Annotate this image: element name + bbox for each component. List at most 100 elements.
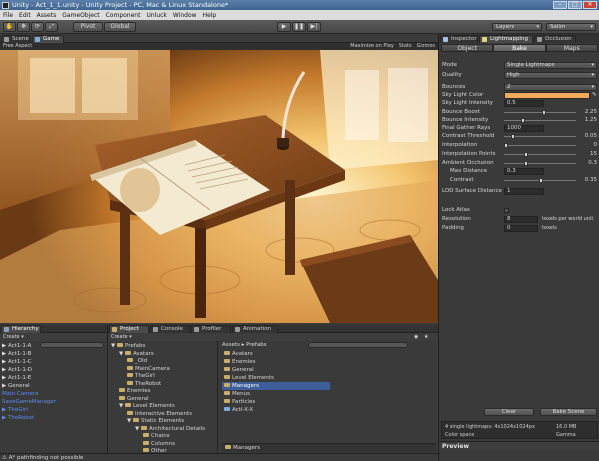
menu-assets[interactable]: Assets: [34, 12, 60, 19]
project-asset-item[interactable]: Enemies: [222, 358, 330, 366]
contrast-threshold-slider[interactable]: [504, 134, 576, 139]
lod-surface-distance-field[interactable]: 1: [504, 188, 544, 195]
aspect-dropdown[interactable]: Free Aspect: [3, 43, 32, 49]
hierarchy-item[interactable]: ▶ TheRobot: [0, 414, 107, 422]
tab-game[interactable]: Game: [32, 35, 64, 43]
tab-occlusion[interactable]: Occlusion: [534, 35, 576, 43]
hierarchy-item[interactable]: ▶ Act1-1-C: [0, 358, 107, 366]
menu-file[interactable]: File: [0, 12, 16, 19]
menu-help[interactable]: Help: [200, 12, 220, 19]
contrast-threshold-value[interactable]: 0.05: [579, 133, 597, 140]
maximize-button[interactable]: □: [568, 1, 582, 9]
bounce-intensity-value[interactable]: 1.25: [579, 117, 597, 124]
ambient-occlusion-value[interactable]: 0.3: [579, 160, 597, 167]
menu-edit[interactable]: Edit: [16, 12, 34, 19]
interpolation-points-slider[interactable]: [504, 152, 576, 157]
hierarchy-item[interactable]: SaveGameManager: [0, 398, 107, 406]
maximize-on-play-toggle[interactable]: Maximize on Play: [350, 43, 394, 49]
project-asset-item[interactable]: Particles: [222, 398, 330, 406]
resolution-field[interactable]: 8: [504, 216, 538, 223]
final-gather-rays-field[interactable]: 1000: [504, 125, 544, 132]
project-asset-item[interactable]: Managers: [222, 382, 330, 390]
mode-dropdown[interactable]: Single Lightmaps: [504, 62, 597, 69]
contrast-knob[interactable]: [539, 178, 544, 183]
ambient-occlusion-slider[interactable]: [504, 161, 576, 166]
eyedropper-icon[interactable]: ✎: [592, 92, 597, 99]
tab-profiler[interactable]: Profiler: [191, 325, 231, 333]
project-asset-item[interactable]: General: [222, 366, 330, 374]
quality-dropdown[interactable]: High: [504, 72, 597, 79]
minimize-button[interactable]: –: [553, 1, 567, 9]
bounces-dropdown[interactable]: 2: [504, 84, 597, 91]
ambient-occlusion-knob[interactable]: [524, 161, 529, 166]
project-asset-item[interactable]: Avatars: [222, 350, 330, 358]
bake-scene-button[interactable]: Bake Scene: [540, 408, 597, 416]
padding-field[interactable]: 0: [504, 225, 538, 232]
bounce-intensity-slider[interactable]: [504, 118, 576, 123]
sky-light-intensity-field[interactable]: 0.5: [504, 100, 544, 107]
hierarchy-item[interactable]: Main Camera: [0, 390, 107, 398]
status-message[interactable]: A* pathfinding not possible: [9, 455, 84, 461]
bounce-boost-slider[interactable]: [504, 110, 576, 115]
project-breadcrumb[interactable]: Assets ▸ Prefabs: [222, 342, 267, 348]
bounce-boost-value[interactable]: 2.25: [579, 109, 597, 116]
hierarchy-item[interactable]: ▶ TheGirl: [0, 406, 107, 414]
lock-atlas-checkbox[interactable]: [504, 208, 509, 213]
scale-tool-button[interactable]: ⤢: [45, 22, 58, 32]
clear-button[interactable]: Clear: [484, 408, 534, 416]
pivot-toggle[interactable]: Pivot: [73, 22, 103, 32]
interpolation-points-knob[interactable]: [524, 152, 529, 157]
contrast-threshold-knob[interactable]: [510, 134, 515, 139]
hierarchy-create-dropdown[interactable]: Create: [3, 334, 20, 340]
global-toggle[interactable]: Global: [104, 22, 136, 32]
step-button[interactable]: ▶|: [307, 22, 321, 32]
project-asset-item[interactable]: ActI-X-X: [222, 406, 330, 414]
layers-dropdown[interactable]: Layers: [492, 23, 542, 31]
project-asset-item[interactable]: Level Elements: [222, 374, 330, 382]
tab-console[interactable]: Console: [150, 325, 190, 333]
close-button[interactable]: ✕: [583, 1, 597, 9]
gizmos-dropdown[interactable]: Gizmos: [417, 43, 435, 49]
tab-inspector[interactable]: Inspector: [440, 35, 478, 43]
filter-by-type-icon[interactable]: ◉: [414, 333, 418, 341]
interpolation-points-value[interactable]: 15: [579, 151, 597, 158]
stats-toggle[interactable]: Stats: [399, 43, 412, 49]
pause-button[interactable]: ❚❚: [292, 22, 306, 32]
rotate-tool-button[interactable]: ⟳: [31, 22, 44, 32]
menu-unluck[interactable]: Unluck: [143, 12, 169, 19]
subtab-bake[interactable]: Bake: [493, 44, 546, 52]
layout-dropdown[interactable]: Salim: [546, 23, 596, 31]
contrast-slider[interactable]: [504, 178, 576, 183]
tab-animation[interactable]: Animation: [232, 325, 278, 333]
contrast-value[interactable]: 0.35: [579, 177, 597, 184]
interpolation-knob[interactable]: [504, 143, 508, 148]
tab-lightmapping[interactable]: Lightmapping: [479, 35, 533, 43]
preview-header[interactable]: Preview: [439, 441, 599, 450]
tab-hierarchy[interactable]: Hierarchy: [1, 325, 41, 333]
hierarchy-item[interactable]: ▶ General: [0, 382, 107, 390]
move-tool-button[interactable]: ✥: [17, 22, 30, 32]
project-asset-item[interactable]: Menus: [222, 390, 330, 398]
favorite-star-icon[interactable]: ★: [424, 333, 428, 341]
game-viewport[interactable]: [0, 50, 438, 323]
subtab-object[interactable]: Object: [441, 44, 494, 52]
max-distance-field[interactable]: 0.3: [504, 168, 544, 175]
sky-light-color-swatch[interactable]: [504, 92, 590, 99]
menu-gameobject[interactable]: GameObject: [59, 12, 102, 19]
menu-window[interactable]: Window: [170, 12, 200, 19]
bounce-intensity-knob[interactable]: [521, 118, 525, 123]
project-create-dropdown[interactable]: Create: [111, 334, 128, 340]
bounce-boost-knob[interactable]: [542, 110, 547, 115]
tab-scene[interactable]: Scene: [1, 35, 31, 43]
hand-tool-button[interactable]: ✋: [3, 22, 16, 32]
hierarchy-item[interactable]: ▶ Act1-1-B: [0, 350, 107, 358]
subtab-maps[interactable]: Maps: [545, 44, 598, 52]
hierarchy-item[interactable]: ▶ Act1-1-D: [0, 366, 107, 374]
hierarchy-item[interactable]: ▶ Act1-1-A: [0, 342, 107, 350]
menu-component[interactable]: Component: [103, 12, 144, 19]
tab-project[interactable]: Project: [109, 325, 149, 333]
play-button[interactable]: ▶: [277, 22, 291, 32]
interpolation-value[interactable]: 0: [579, 142, 598, 149]
hierarchy-item[interactable]: ▶ Act1-1-E: [0, 374, 107, 382]
interpolation-slider[interactable]: [504, 143, 576, 148]
